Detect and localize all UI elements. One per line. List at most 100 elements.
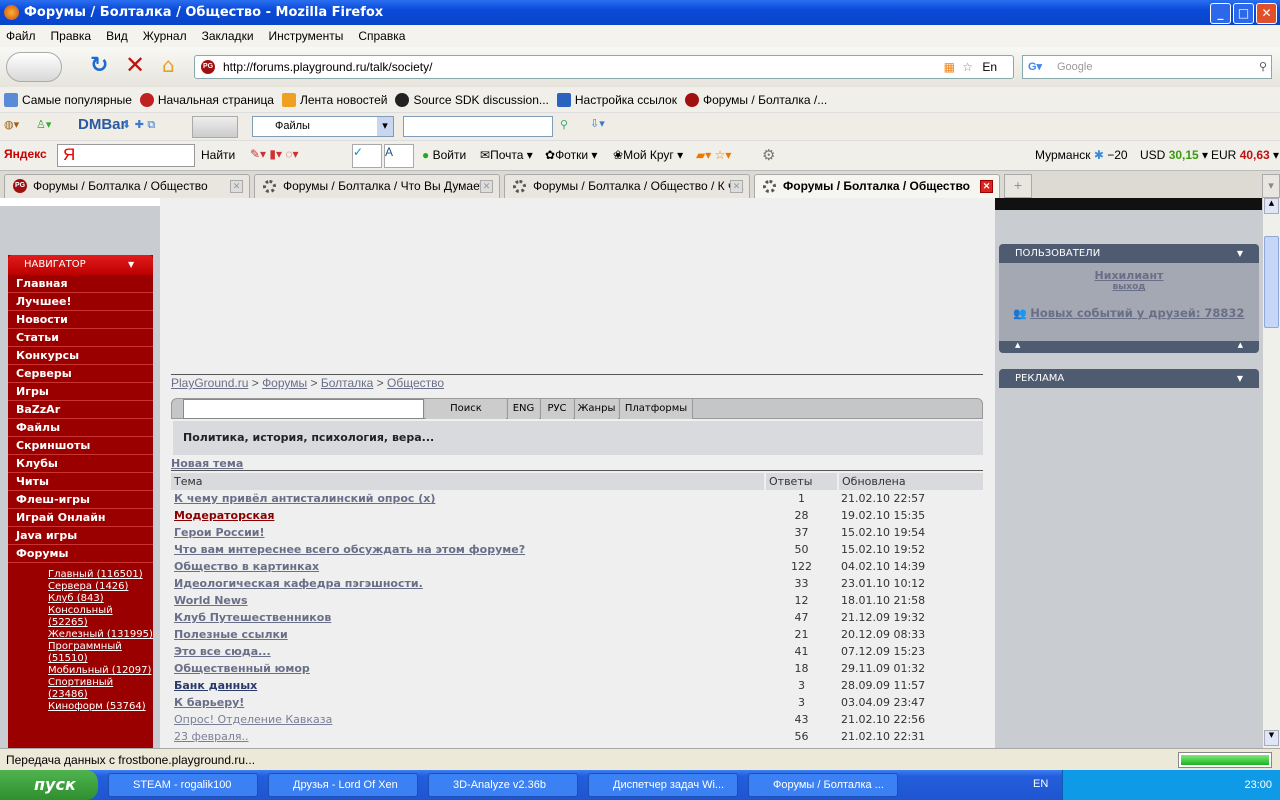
menu-edit[interactable]: Правка xyxy=(51,25,92,47)
search-icon[interactable]: ⚲ xyxy=(1259,56,1267,78)
star-icon[interactable]: ☆ xyxy=(962,56,973,78)
download-icon[interactable]: ⬇ ✚ ⧉ xyxy=(122,118,155,132)
dmbar-search-input[interactable] xyxy=(403,116,553,137)
forum-link[interactable]: Железный (131995) xyxy=(8,629,153,641)
close-button[interactable]: ✕ xyxy=(1256,3,1277,24)
topic-link[interactable]: Клуб Путешественников xyxy=(174,611,331,624)
pencil-icon[interactable]: ✎▾ ▮▾ ◌▾ xyxy=(250,147,299,161)
header-updated[interactable]: Обновлена xyxy=(837,473,983,490)
topic-link[interactable]: Банк данных xyxy=(174,679,257,692)
bookmark-most-visited[interactable]: Самые популярные xyxy=(4,92,132,107)
forum-link[interactable]: Программный (51510) xyxy=(8,641,153,665)
rus-button[interactable]: РУС xyxy=(540,399,573,419)
scroll-thumb[interactable] xyxy=(1264,236,1279,328)
gear-icon[interactable]: ⚙ xyxy=(762,146,775,164)
sidebar-item[interactable]: Статьи xyxy=(8,329,153,347)
friends-events-link[interactable]: Новых событий у друзей: 78832 xyxy=(1030,306,1244,320)
tab-forum-what-you-think[interactable]: Форумы / Болталка / Что Вы Думает... ✕ xyxy=(254,174,500,198)
topic-link[interactable]: Общественный юмор xyxy=(174,662,310,675)
forum-link[interactable]: Главный (116501) xyxy=(8,569,153,581)
genres-button[interactable]: Жанры xyxy=(574,399,618,419)
bookmark-start-page[interactable]: Начальная страница xyxy=(139,92,274,107)
close-tab-icon[interactable]: ✕ xyxy=(230,180,243,193)
arrow-up-icon[interactable]: ▲ xyxy=(1238,341,1243,349)
sidebar-item[interactable]: Форумы xyxy=(8,545,153,563)
find-button[interactable]: Найти xyxy=(201,148,235,162)
scroll-up-button[interactable]: ▲ xyxy=(1264,198,1279,214)
start-button[interactable]: пуск xyxy=(0,770,98,800)
header-topic[interactable]: Тема xyxy=(171,473,765,490)
spellcheck-icon[interactable]: ✓ xyxy=(352,144,382,168)
taskbar-item-friends[interactable]: Друзья - Lord Of Xen xyxy=(268,773,418,797)
files-select[interactable]: Файлы ▾ xyxy=(252,116,394,137)
usd-rate[interactable]: USD 30,15 ▾ xyxy=(1140,148,1208,162)
taskbar-item-3d-analyze[interactable]: 3D-Analyze v2.36b xyxy=(428,773,578,797)
my-circle-button[interactable]: ❀Мой Круг ▾ xyxy=(613,148,683,162)
breadcrumb-playground[interactable]: PlayGround.ru xyxy=(171,376,248,390)
header-replies[interactable]: Ответы xyxy=(764,473,838,490)
menu-history[interactable]: Журнал xyxy=(143,25,187,47)
tab-forum-society-k[interactable]: Форумы / Болталка / Общество / К ч... ✕ xyxy=(504,174,750,198)
menu-view[interactable]: Вид xyxy=(106,25,128,47)
sidebar-item[interactable]: Играй Онлайн xyxy=(8,509,153,527)
sidebar-item[interactable]: Лучшее! xyxy=(8,293,153,311)
search-icon[interactable]: ⚲ xyxy=(560,118,568,131)
menu-tools[interactable]: Инструменты xyxy=(269,25,344,47)
search-button[interactable]: Поиск xyxy=(426,399,506,419)
sidebar-item[interactable]: Серверы xyxy=(8,365,153,383)
tab-forum-society-1[interactable]: PG Форумы / Болталка / Общество ✕ xyxy=(4,174,250,198)
sidebar-item[interactable]: Главная xyxy=(8,275,153,293)
tab-forum-society-active[interactable]: Форумы / Болталка / Общество ✕ xyxy=(754,174,1000,199)
users-panel-header[interactable]: ПОЛЬЗОВАТЕЛИ ▼ xyxy=(999,244,1259,263)
chevron-down-icon[interactable]: ▾ xyxy=(377,117,393,136)
ads-panel-header[interactable]: РЕКЛАМА ▼ xyxy=(999,369,1259,388)
eur-rate[interactable]: EUR 40,63 ▾ xyxy=(1211,148,1279,162)
topic-link[interactable]: Это все сюда... xyxy=(174,645,271,658)
sidebar-item[interactable]: Читы xyxy=(8,473,153,491)
forum-link[interactable]: Сервера (1426) xyxy=(8,581,153,593)
forum-link[interactable]: Консольный (52265) xyxy=(8,605,153,629)
logout-link[interactable]: выход xyxy=(999,282,1259,292)
stop-icon[interactable]: ✕ xyxy=(125,51,145,79)
close-tab-icon[interactable]: ✕ xyxy=(730,180,743,193)
back-forward-button[interactable] xyxy=(6,52,62,82)
vertical-scrollbar[interactable]: ▲ ▼ xyxy=(1262,198,1280,748)
photos-button[interactable]: ✿Фотки ▾ xyxy=(545,148,597,162)
sidebar-item[interactable]: Клубы xyxy=(8,455,153,473)
rss-icon[interactable]: ▦ xyxy=(944,56,955,78)
tab-list-button[interactable]: ▾ xyxy=(1262,174,1280,198)
username-link[interactable]: Нихилиант xyxy=(999,269,1259,282)
taskbar-item-firefox[interactable]: Форумы / Болталка ... xyxy=(748,773,898,797)
maximize-button[interactable]: □ xyxy=(1233,3,1254,24)
forum-link[interactable]: Клуб (843) xyxy=(8,593,153,605)
home-icon[interactable]: ◍▾ xyxy=(4,118,19,131)
translate-icon[interactable]: A xyxy=(384,144,414,168)
topic-link[interactable]: К барьеру! xyxy=(174,696,244,709)
breadcrumb-chat[interactable]: Болталка xyxy=(321,376,374,390)
forum-search-input[interactable] xyxy=(183,399,424,419)
topic-link[interactable]: Идеологическая кафедра пэгэшности. xyxy=(174,577,423,590)
topic-link[interactable]: Что вам интереснее всего обсуждать на эт… xyxy=(174,543,525,556)
mail-button[interactable]: ✉Почта ▾ xyxy=(480,148,533,162)
navigator-header[interactable]: НАВИГАТОР ▼ xyxy=(8,255,153,275)
hand-button[interactable] xyxy=(192,116,238,138)
taskbar-item-task-manager[interactable]: Диспетчер задач Wi... xyxy=(588,773,738,797)
sidebar-item[interactable]: Файлы xyxy=(8,419,153,437)
sidebar-item[interactable]: Конкурсы xyxy=(8,347,153,365)
topic-link[interactable]: Герои России! xyxy=(174,526,265,539)
sidebar-item[interactable]: Скриншоты xyxy=(8,437,153,455)
arrow-down-icon[interactable]: ⇩▾ xyxy=(590,117,605,130)
topic-link[interactable]: Опрос! Отделение Кавказа xyxy=(174,713,332,726)
new-tab-button[interactable]: + xyxy=(1004,174,1032,198)
google-icon[interactable]: G▾ xyxy=(1028,56,1042,78)
weather-widget[interactable]: Мурманск ✱ −20 xyxy=(1035,148,1128,162)
topic-link[interactable]: Полезные ссылки xyxy=(174,628,288,641)
new-topic-link[interactable]: Новая тема xyxy=(171,457,243,470)
breadcrumb-society[interactable]: Общество xyxy=(387,376,444,390)
menu-help[interactable]: Справка xyxy=(358,25,405,47)
menu-bookmarks[interactable]: Закладки xyxy=(202,25,254,47)
sidebar-item[interactable]: BaZzAr xyxy=(8,401,153,419)
yandex-logo[interactable]: Яндекс xyxy=(4,147,47,161)
eng-button[interactable]: ENG xyxy=(507,399,539,419)
forum-link[interactable]: Спортивный (23486) xyxy=(8,677,153,701)
